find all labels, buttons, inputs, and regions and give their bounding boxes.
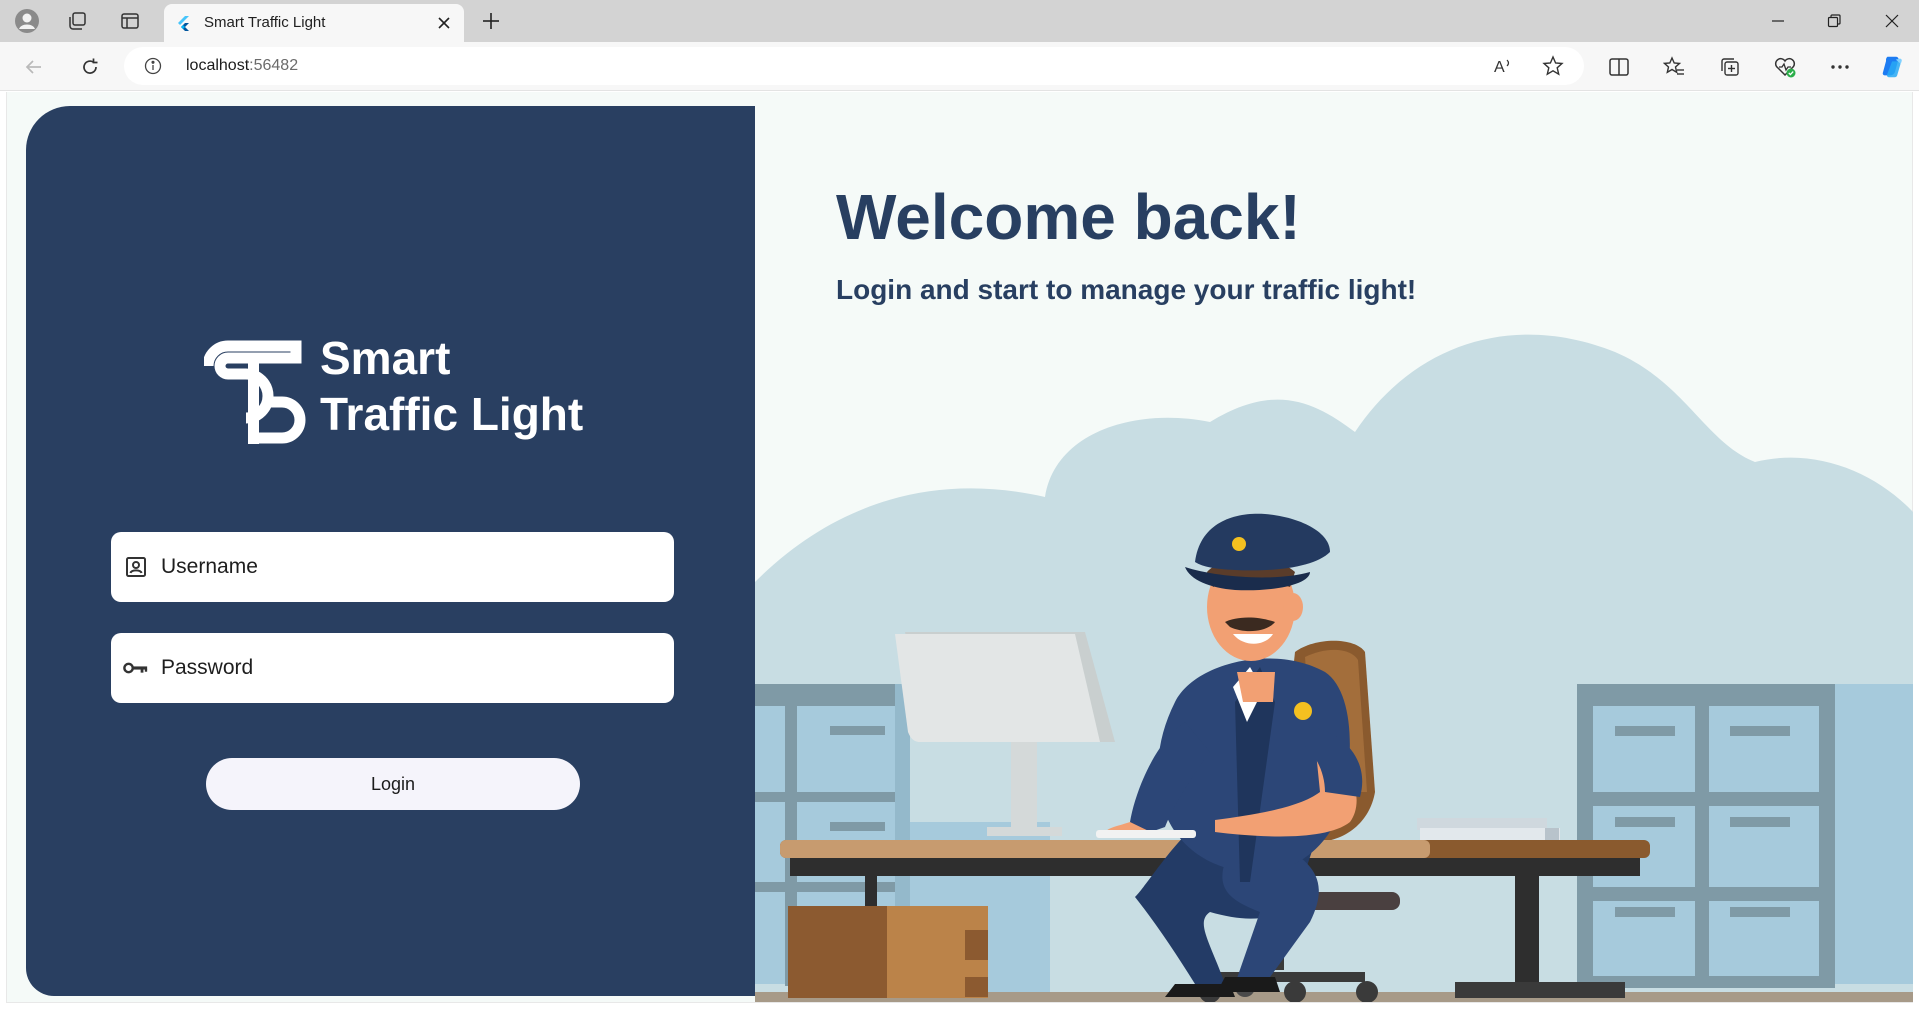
site-info-icon[interactable] [144, 57, 162, 75]
login-page: Smart Traffic Light Login Welcome back! … [6, 92, 1913, 1003]
url-text[interactable]: localhost:56482 [186, 57, 298, 75]
read-aloud-icon[interactable]: A [1492, 55, 1514, 77]
url-port: :56482 [249, 57, 299, 74]
browser-title-bar: Smart Traffic Light [0, 0, 1919, 42]
office-scene-svg [755, 334, 1913, 1003]
new-tab-icon[interactable] [478, 8, 504, 34]
badge-icon [1294, 702, 1312, 720]
copilot-icon[interactable] [1880, 54, 1906, 80]
url-host: localhost [186, 57, 250, 74]
stl-logo-icon [202, 336, 309, 446]
police-officer-illustration [755, 322, 1913, 1003]
tab-actions-icon[interactable] [117, 8, 143, 34]
minimize-icon[interactable] [1758, 8, 1798, 34]
browser-toolbar: localhost:56482 A [0, 42, 1919, 91]
officer-neck [1237, 672, 1275, 702]
profile-icon[interactable] [14, 8, 40, 34]
key-icon [123, 656, 149, 680]
desk-leg [1515, 876, 1539, 996]
split-screen-icon[interactable] [1606, 54, 1632, 80]
brand-line-2: Traffic Light [320, 388, 584, 440]
workspaces-icon[interactable] [64, 8, 90, 34]
close-tab-icon[interactable] [432, 11, 456, 35]
read-aloud-glyph: A [1494, 59, 1505, 76]
username-input[interactable] [161, 532, 661, 602]
close-window-icon[interactable] [1872, 8, 1912, 34]
more-icon[interactable] [1827, 54, 1853, 80]
password-field[interactable] [111, 633, 674, 703]
browser-essentials-icon[interactable] [1772, 54, 1798, 80]
refresh-icon[interactable] [74, 51, 106, 83]
keyboard [1096, 830, 1196, 838]
restore-icon[interactable] [1814, 8, 1854, 34]
browser-tab[interactable]: Smart Traffic Light [164, 4, 464, 42]
brand-line-1: Smart [320, 332, 451, 384]
flutter-favicon-icon [176, 15, 192, 31]
address-bar[interactable]: localhost:56482 A [124, 47, 1584, 85]
page-viewport: Smart Traffic Light Login Welcome back! … [0, 92, 1919, 1009]
username-field[interactable] [111, 532, 674, 602]
back-icon[interactable] [18, 51, 50, 83]
brand-name: Smart Traffic Light [320, 330, 583, 442]
account-box-icon [123, 555, 149, 579]
collections-icon[interactable] [1717, 54, 1743, 80]
login-panel: Smart Traffic Light Login [26, 106, 755, 996]
welcome-subtitle: Login and start to manage your traffic l… [836, 274, 1417, 305]
login-button[interactable]: Login [206, 758, 580, 810]
cap-badge-icon [1232, 537, 1246, 551]
favorites-icon[interactable] [1661, 54, 1687, 80]
password-input[interactable] [161, 633, 661, 703]
tab-title: Smart Traffic Light [204, 14, 326, 31]
favorite-star-icon[interactable] [1542, 55, 1564, 77]
welcome-title: Welcome back! [836, 181, 1301, 253]
